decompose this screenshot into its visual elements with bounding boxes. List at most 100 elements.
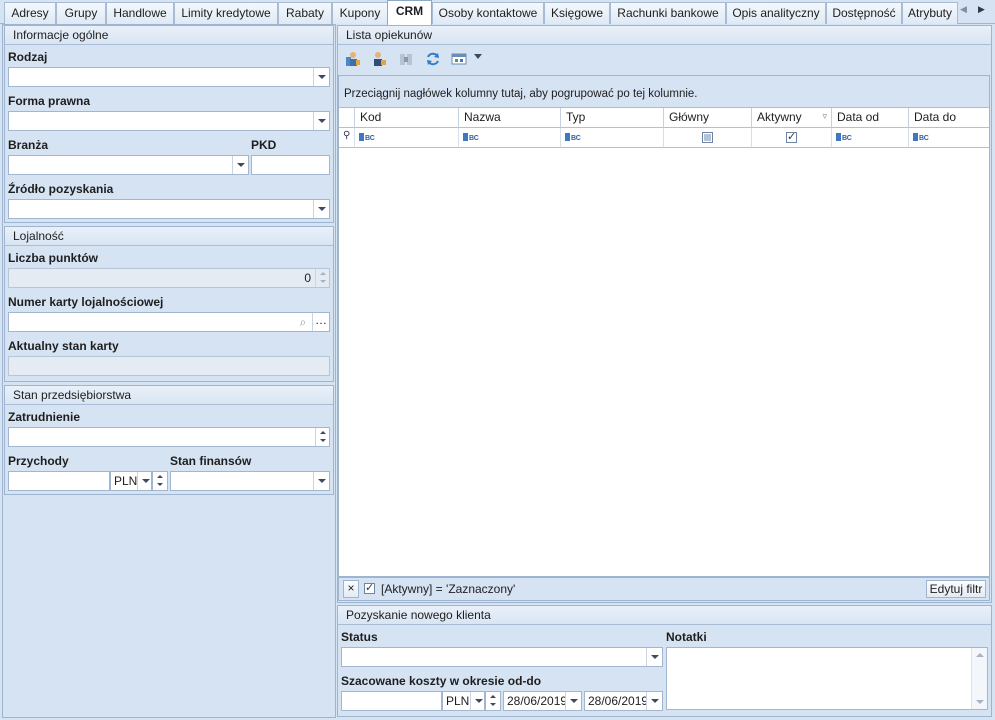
tab-osoby-kontaktowe[interactable]: Osoby kontaktowe [432,2,544,24]
filter-cell-aktywny[interactable] [752,128,832,148]
chevron-down-icon[interactable] [646,692,662,710]
column-header-aktywny-label: Aktywny [757,110,802,124]
notatki-label: Notatki [666,630,707,644]
date-from-input[interactable]: 28/06/2019 [503,691,582,711]
przychody-spinner[interactable] [152,471,168,491]
spin-icon[interactable] [315,428,329,446]
tab-dostepnosc[interactable]: Dostępność [826,2,902,24]
tab-handlowe[interactable]: Handlowe [106,2,174,24]
filter-enabled-checkbox[interactable] [364,581,375,594]
clear-filter-button[interactable]: × [343,580,359,598]
user-import-icon[interactable] [371,51,387,67]
chevron-down-icon[interactable] [232,156,248,174]
karta-input[interactable]: ⌕ … [8,312,330,332]
karta-label: Numer karty lojalnościowej [8,295,164,309]
notatki-textarea[interactable] [666,647,988,710]
text-filter-icon: BC [836,133,852,142]
tab-ksiegowe[interactable]: Księgowe [544,2,610,24]
tab-rachunki-bankowe[interactable]: Rachunki bankowe [610,2,726,24]
pkd-input[interactable] [251,155,330,175]
filter-cell-data-od[interactable]: BC [832,128,909,148]
koszty-currency-select[interactable]: PLN [442,691,485,711]
zrodlo-label: Źródło pozyskania [8,182,114,196]
forma-prawna-select[interactable] [8,111,330,131]
pozyskanie-group-title: Pozyskanie nowego klienta [338,606,991,625]
filter-icon[interactable]: ▿ [822,107,827,126]
tab-rabaty[interactable]: Rabaty [278,2,332,24]
column-header-typ[interactable]: Typ [561,108,664,128]
tab-adresy[interactable]: Adresy [4,2,56,24]
filter-bar: × [Aktywny] = 'Zaznaczony' Edytuj filtr [338,577,990,601]
stan-finansow-select[interactable] [170,471,330,491]
date-to-input[interactable]: 28/06/2019 [584,691,663,711]
edit-filter-button[interactable]: Edytuj filtr [926,580,986,598]
column-header-aktywny[interactable]: Aktywny ▿ [752,108,832,128]
delete-icon[interactable] [398,51,414,67]
filter-row-icon: ⚲ [343,130,351,141]
filter-cell-data-do[interactable]: BC [909,128,989,148]
branza-select[interactable] [8,155,249,175]
tab-kupony[interactable]: Kupony [332,2,388,24]
more-icon[interactable]: … [312,313,329,331]
chevron-down-icon[interactable] [470,692,484,710]
chevron-down-icon[interactable] [313,68,329,86]
row-indicator-header [339,108,355,128]
stan-finansow-label: Stan finansów [170,454,252,468]
chevron-down-icon[interactable] [646,648,662,666]
filter-cell-typ[interactable]: BC [561,128,664,148]
filter-cell-nazwa[interactable]: BC [459,128,561,148]
spin-icon[interactable] [486,692,500,710]
date-from-value: 28/06/2019 [507,694,568,708]
punkty-label: Liczba punktów [8,251,98,265]
column-header-nazwa[interactable]: Nazwa [459,108,561,128]
column-header-glowny[interactable]: Główny [664,108,752,128]
chevron-down-icon[interactable] [313,112,329,130]
glowny-filter-checkbox[interactable] [702,132,713,143]
filter-cell-kod[interactable]: BC [355,128,459,148]
zatrudnienie-label: Zatrudnienie [8,410,81,424]
notatki-scrollbar[interactable] [971,648,987,709]
aktywny-filter-checkbox[interactable] [786,130,797,143]
przychody-input[interactable] [8,471,110,491]
filter-expression[interactable]: [Aktywny] = 'Zaznaczony' [381,582,515,596]
chevron-down-icon[interactable] [313,200,329,218]
stan-karty-input [8,356,330,376]
groupby-panel[interactable]: Przeciągnij nagłówek kolumny tutaj, aby … [339,76,989,108]
tab-strip: Adresy Grupy Handlowe Limity kredytowe R… [0,0,995,25]
column-header-data-do[interactable]: Data do [909,108,989,128]
rodzaj-label: Rodzaj [8,50,48,64]
export-icon[interactable] [451,51,469,67]
tab-crm[interactable]: CRM [387,0,432,25]
rodzaj-select[interactable] [8,67,330,87]
chevron-down-icon[interactable] [137,472,151,490]
tab-limity-kredytowe[interactable]: Limity kredytowe [174,2,278,24]
tab-scroll-left-icon[interactable]: ◀ [960,4,967,15]
search-icon[interactable]: ⌕ [296,313,310,331]
text-filter-icon: BC [913,133,929,142]
refresh-icon[interactable] [425,51,441,67]
status-select[interactable] [341,647,663,667]
koszty-currency-value: PLN [446,694,470,708]
spin-icon[interactable] [153,472,167,490]
filter-cell-glowny[interactable] [664,128,752,148]
tab-atrybuty[interactable]: Atrybuty [902,2,958,24]
zatrudnienie-input[interactable] [8,427,330,447]
chevron-down-icon[interactable] [565,692,581,710]
export-dropdown-icon[interactable] [474,54,482,59]
scroll-up-icon[interactable] [976,653,984,657]
chevron-down-icon[interactable] [313,472,329,490]
text-filter-icon: BC [359,133,375,142]
przychody-currency-select[interactable]: PLN [110,471,152,491]
tab-scroll-right-icon[interactable]: ▶ [978,4,985,15]
scroll-down-icon[interactable] [976,700,984,704]
tab-opis-analityczny[interactable]: Opis analityczny [726,2,826,24]
date-to-value: 28/06/2019 [588,694,649,708]
stan-group-title: Stan przedsiębiorstwa [5,386,333,405]
tab-grupy[interactable]: Grupy [56,2,106,24]
koszty-input[interactable] [341,691,442,711]
column-header-kod[interactable]: Kod [355,108,459,128]
add-caretaker-icon[interactable] [345,51,361,67]
zrodlo-select[interactable] [8,199,330,219]
koszty-spinner[interactable] [485,691,501,711]
column-header-data-od[interactable]: Data od [832,108,909,128]
